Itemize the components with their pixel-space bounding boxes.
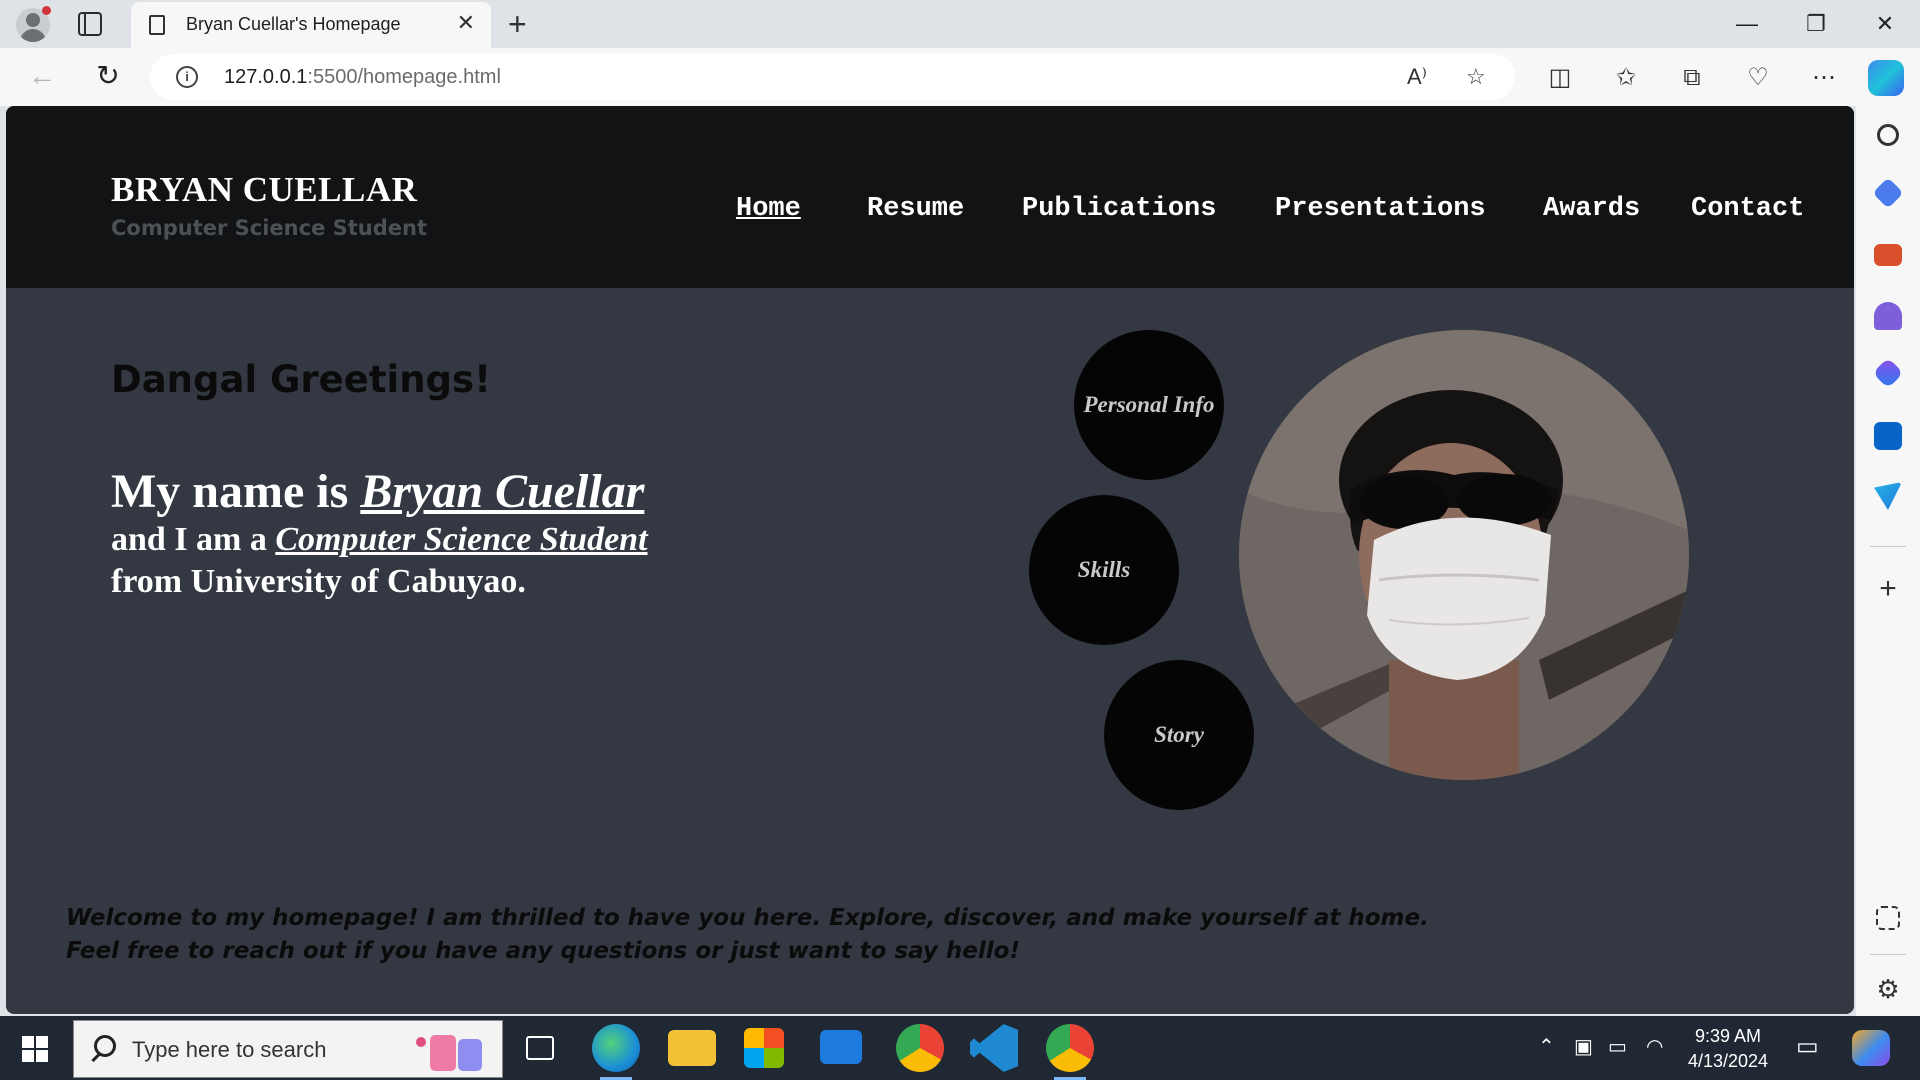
shopping-tag-icon[interactable]: [1872, 177, 1904, 209]
windows-start-icon[interactable]: [22, 1036, 48, 1062]
skills-button[interactable]: Skills: [1029, 495, 1179, 645]
welcome-line-2: Feel free to reach out if you have any q…: [66, 938, 1020, 964]
taskbar-mail-icon[interactable]: [820, 1030, 862, 1064]
nav-contact[interactable]: Contact: [1691, 194, 1804, 224]
story-button[interactable]: Story: [1104, 660, 1254, 810]
taskbar-search-box[interactable]: Type here to search: [73, 1020, 503, 1078]
settings-gear-icon[interactable]: ⚙: [1874, 974, 1902, 1004]
nav-resume[interactable]: Resume: [867, 194, 964, 224]
profile-photo-drawing: [1239, 330, 1689, 780]
taskbar-store-icon[interactable]: [744, 1028, 784, 1068]
site-header: BRYAN CUELLAR Computer Science Student H…: [6, 106, 1854, 288]
new-tab-button[interactable]: +: [508, 6, 527, 42]
meet-now-icon[interactable]: ▣: [1574, 1034, 1593, 1059]
intro-line3: from University of Cabuyao.: [111, 563, 526, 600]
tab-actions-icon[interactable]: [78, 12, 102, 36]
page-viewport: BRYAN CUELLAR Computer Science Student H…: [6, 106, 1854, 1014]
welcome-line-1: Welcome to my homepage! I am thrilled to…: [66, 905, 1429, 931]
collections-icon[interactable]: ⧉: [1674, 64, 1710, 92]
name-link[interactable]: Bryan Cuellar: [360, 465, 644, 518]
sidebar-divider-bottom: [1870, 954, 1906, 955]
browser-sidebar: + ⚙: [1856, 106, 1920, 1016]
browser-tab[interactable]: Bryan Cuellar's Homepage ✕: [131, 2, 491, 48]
page-icon: [149, 15, 165, 35]
address-bar[interactable]: i 127.0.0.1:5500/homepage.html A⁾ ☆: [150, 54, 1515, 100]
task-view-icon[interactable]: [526, 1036, 554, 1060]
taskbar-file-explorer-icon[interactable]: [668, 1030, 716, 1066]
clock-time: 9:39 AM: [1694, 1026, 1762, 1046]
read-aloud-icon[interactable]: A⁾: [1407, 64, 1427, 90]
sidebar-divider: [1870, 546, 1906, 547]
taskbar-chrome-icon[interactable]: [896, 1024, 944, 1072]
taskbar-edge-icon[interactable]: [592, 1024, 640, 1080]
notification-dot: [42, 6, 51, 15]
brand-tagline: Computer Science Student: [111, 216, 427, 240]
copilot-icon[interactable]: [1868, 60, 1904, 96]
personal-info-button[interactable]: Personal Info: [1074, 330, 1224, 480]
show-hidden-icons-chevron[interactable]: ⌃: [1538, 1034, 1555, 1059]
drop-send-icon[interactable]: [1874, 482, 1902, 510]
profile-photo: [1239, 330, 1689, 780]
intro-line2: and I am a: [111, 521, 276, 558]
games-icon[interactable]: [1874, 302, 1902, 330]
wifi-icon[interactable]: ◠: [1646, 1034, 1663, 1059]
clock-date: 4/13/2024: [1687, 1051, 1769, 1071]
add-sidebar-app-icon[interactable]: +: [1874, 574, 1902, 604]
copilot-taskbar-icon[interactable]: [1852, 1030, 1890, 1066]
nav-publications[interactable]: Publications: [1022, 194, 1216, 224]
search-placeholder: Type here to search: [132, 1037, 327, 1062]
taskbar-chrome-profile-icon[interactable]: [1046, 1024, 1094, 1080]
windows-taskbar: Type here to search ⌃ ▣ ▭ ◠ 9:39 AM 4/13…: [0, 1016, 1920, 1080]
screenshot-icon[interactable]: [1876, 906, 1900, 930]
outlook-icon[interactable]: [1874, 422, 1902, 450]
brand-name[interactable]: BRYAN CUELLAR: [111, 170, 417, 210]
favorite-star-icon[interactable]: ☆: [1466, 64, 1486, 90]
address-toolbar: ← ↻ i 127.0.0.1:5500/homepage.html A⁾ ☆ …: [0, 48, 1920, 106]
back-button[interactable]: ←: [22, 60, 62, 92]
browser-essentials-icon[interactable]: ♡: [1740, 64, 1776, 92]
favorites-icon[interactable]: ✩: [1608, 64, 1644, 92]
taskbar-vscode-icon[interactable]: [970, 1024, 1018, 1072]
notifications-icon[interactable]: ▭: [1796, 1032, 1819, 1061]
search-highlight-luggage-icon: [414, 1029, 486, 1071]
nav-presentations[interactable]: Presentations: [1275, 194, 1486, 224]
url-text[interactable]: 127.0.0.1:5500/homepage.html: [224, 66, 501, 89]
greeting-heading: Dangal Greetings!: [111, 358, 491, 401]
intro-text: My name is Bryan Cuellar and I am a Comp…: [111, 464, 648, 604]
minimize-button[interactable]: —: [1727, 6, 1767, 42]
microsoft-365-icon[interactable]: [1872, 357, 1904, 389]
refresh-button[interactable]: ↻: [88, 60, 128, 92]
tab-title: Bryan Cuellar's Homepage: [186, 14, 401, 34]
search-icon[interactable]: [1877, 124, 1899, 146]
nav-awards[interactable]: Awards: [1543, 194, 1640, 224]
role-link[interactable]: Computer Science Student: [275, 521, 647, 558]
tools-briefcase-icon[interactable]: [1874, 244, 1902, 266]
intro-line1: My name is: [111, 465, 361, 518]
tab-close-icon[interactable]: ✕: [457, 11, 475, 35]
taskbar-clock[interactable]: 9:39 AM 4/13/2024: [1682, 1024, 1774, 1074]
restore-button[interactable]: ❐: [1796, 6, 1836, 42]
nav-home[interactable]: Home: [736, 194, 801, 224]
browser-tab-bar: Bryan Cuellar's Homepage ✕ + — ❐ ✕: [0, 0, 1920, 48]
split-screen-icon[interactable]: ◫: [1542, 64, 1578, 92]
battery-icon[interactable]: ▭: [1608, 1034, 1627, 1059]
close-window-button[interactable]: ✕: [1865, 6, 1905, 42]
welcome-message: Welcome to my homepage! I am thrilled to…: [66, 902, 1429, 968]
search-icon: [94, 1035, 116, 1057]
more-options-icon[interactable]: ⋯: [1806, 64, 1842, 92]
site-info-icon[interactable]: i: [176, 66, 198, 88]
